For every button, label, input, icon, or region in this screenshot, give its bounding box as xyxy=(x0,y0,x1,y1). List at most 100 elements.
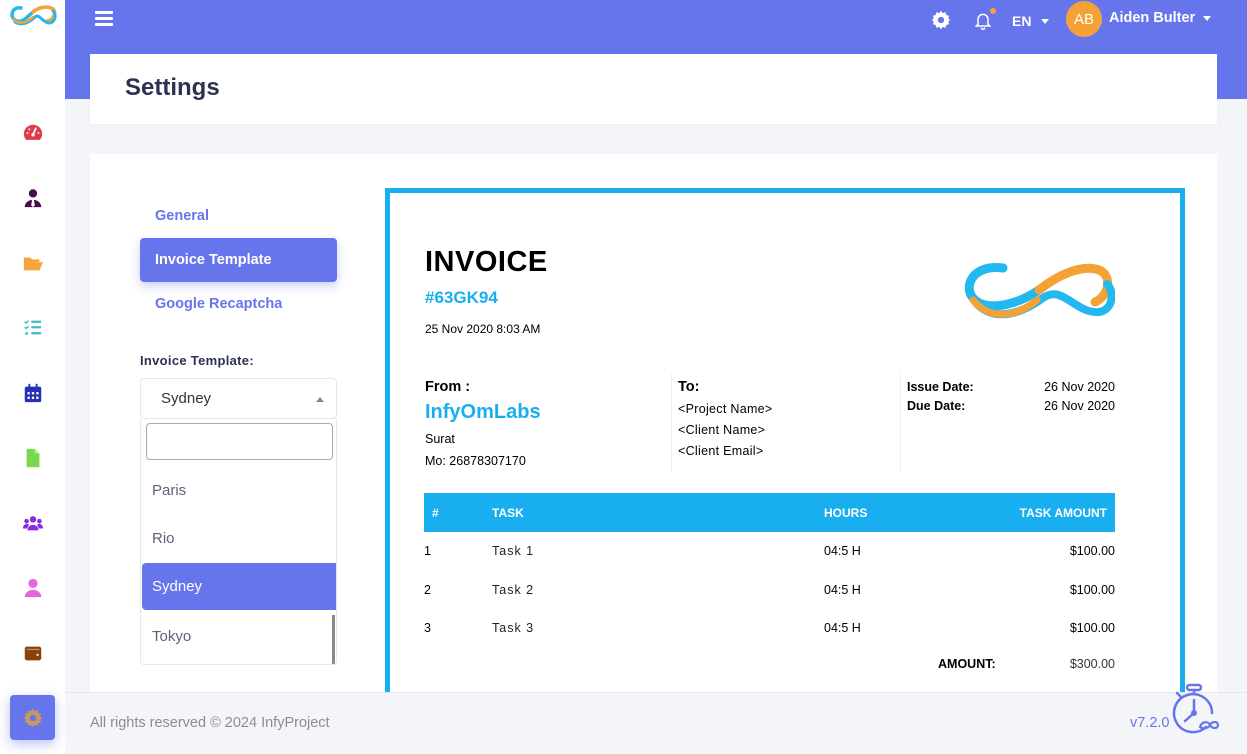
invoice-template-label: Invoice Template: xyxy=(140,353,254,368)
chevron-down-icon xyxy=(1203,15,1212,21)
hamburger-icon[interactable] xyxy=(95,11,113,27)
invoice-template-select[interactable]: Sydney xyxy=(140,378,337,419)
from-heading: From : xyxy=(425,379,471,395)
row-amount: $100.00 xyxy=(1069,582,1115,597)
col-header-number: # xyxy=(424,493,492,532)
language-selector[interactable]: EN xyxy=(1012,13,1050,29)
template-option-sydney[interactable]: Sydney xyxy=(142,563,336,610)
user-name: Aiden Bulter xyxy=(1109,10,1196,26)
table-row: 2 Task 2 04:5 H $100.00 xyxy=(424,571,1115,610)
company-mobile: Mo: 26878307170 xyxy=(425,454,526,468)
template-option-tokyo[interactable]: Tokyo xyxy=(142,613,336,660)
version-label: v7.2.0 xyxy=(1130,715,1170,731)
template-dropdown: Paris Rio Sydney Tokyo xyxy=(140,419,337,665)
invoice-title: INVOICE xyxy=(425,246,548,278)
row-number: 2 xyxy=(424,582,431,597)
avatar[interactable]: AB xyxy=(1066,1,1102,37)
page-header: Settings xyxy=(90,54,1217,124)
footer: All rights reserved © 2024 InfyProject v… xyxy=(65,683,1247,754)
settings-card: General Invoice Template Google Recaptch… xyxy=(90,154,1217,692)
speedometer-icon xyxy=(23,124,42,140)
user-tie-icon xyxy=(24,188,41,207)
sidebar-item-calendar[interactable] xyxy=(10,370,55,415)
folder-open-icon xyxy=(23,257,43,270)
row-hours: 04:5 H xyxy=(824,621,861,636)
invoice-number: #63GK94 xyxy=(425,288,498,307)
row-hours: 04:5 H xyxy=(824,544,861,559)
col-header-amount: TASK AMOUNT xyxy=(934,493,1115,532)
invoice-datetime: 25 Nov 2020 8:03 AM xyxy=(425,322,541,336)
template-search-input[interactable] xyxy=(146,423,333,460)
stopwatch-icon[interactable] xyxy=(1170,683,1220,735)
to-heading: To: xyxy=(678,379,700,395)
sidebar-item-settings[interactable] xyxy=(10,695,55,740)
sidebar-item-dashboard[interactable] xyxy=(10,110,55,155)
wallet-icon xyxy=(24,646,41,660)
row-task: Task 3 xyxy=(492,621,535,636)
invoice-total: AMOUNT: $300.00 xyxy=(938,657,1115,671)
col-header-task: TASK xyxy=(492,493,824,532)
due-date-label: Due Date: xyxy=(907,399,966,413)
company-name: InfyOmLabs xyxy=(425,401,541,423)
users-icon xyxy=(22,515,43,530)
table-header-row: # TASK HOURS TASK AMOUNT xyxy=(424,493,1115,532)
client-name: <Client Name> xyxy=(678,423,766,437)
table-row: 3 Task 3 04:5 H $100.00 xyxy=(424,609,1115,648)
row-hours: 04:5 H xyxy=(824,582,861,597)
user-menu[interactable]: Aiden Bulter xyxy=(1109,10,1212,26)
tab-google-recaptcha[interactable]: Google Recaptcha xyxy=(140,282,337,326)
due-date-value: 26 Nov 2020 xyxy=(1044,399,1115,413)
notification-badge xyxy=(990,8,996,14)
client-email: <Client Email> xyxy=(678,444,764,458)
invoice-from: From : InfyOmLabs Surat Mo: 26878307170 xyxy=(425,379,541,468)
table-row: 1 Task 1 04:5 H $100.00 xyxy=(424,532,1115,571)
bell-icon xyxy=(974,13,992,31)
sidebar-item-profile[interactable] xyxy=(10,565,55,610)
row-number: 3 xyxy=(424,621,431,636)
language-label: EN xyxy=(1012,13,1032,29)
project-name: <Project Name> xyxy=(678,402,773,416)
sidebar-item-invoices[interactable] xyxy=(10,435,55,480)
tab-invoice-template[interactable]: Invoice Template xyxy=(140,238,337,282)
chevron-up-icon xyxy=(316,397,324,402)
settings-button[interactable] xyxy=(931,10,951,35)
sidebar-item-expenses[interactable] xyxy=(10,630,55,675)
row-number: 1 xyxy=(424,544,431,559)
notification-button[interactable] xyxy=(973,8,996,37)
issue-date-row: Issue Date: 26 Nov 2020 xyxy=(907,380,1115,394)
dropdown-scrollbar[interactable] xyxy=(332,615,335,664)
copyright-text: All rights reserved © 2024 InfyProject xyxy=(90,715,330,731)
total-value: $300.00 xyxy=(1069,657,1115,671)
user-icon xyxy=(24,578,41,597)
template-option-rio[interactable]: Rio xyxy=(142,515,336,562)
infinity-logo-icon xyxy=(964,263,1115,319)
template-option-paris[interactable]: Paris xyxy=(142,467,336,514)
total-label: AMOUNT: xyxy=(938,657,996,671)
row-task: Task 1 xyxy=(492,544,535,559)
infinity-logo-icon[interactable] xyxy=(7,3,59,29)
gear-icon xyxy=(931,10,951,30)
issue-date-label: Issue Date: xyxy=(907,380,974,394)
sidebar xyxy=(0,0,65,754)
sidebar-item-projects[interactable] xyxy=(10,240,55,285)
page-title: Settings xyxy=(125,74,220,101)
row-amount: $100.00 xyxy=(1069,621,1115,636)
sidebar-item-clients[interactable] xyxy=(10,175,55,220)
invoice-dates: Issue Date: 26 Nov 2020 Due Date: 26 Nov… xyxy=(900,374,1115,472)
task-table: # TASK HOURS TASK AMOUNT 1 Task 1 04:5 H… xyxy=(424,493,1115,648)
row-task: Task 2 xyxy=(492,582,535,597)
due-date-row: Due Date: 26 Nov 2020 xyxy=(907,399,1115,413)
company-city: Surat xyxy=(425,432,455,446)
calendar-icon xyxy=(24,383,41,402)
col-header-hours: HOURS xyxy=(824,493,934,532)
invoice-to: To: <Project Name> <Client Name> <Client… xyxy=(671,374,773,472)
sidebar-item-tasks[interactable] xyxy=(10,305,55,350)
sidebar-item-users[interactable] xyxy=(10,500,55,545)
issue-date-value: 26 Nov 2020 xyxy=(1044,380,1115,394)
invoice-preview: INVOICE #63GK94 25 Nov 2020 8:03 AM From… xyxy=(385,188,1185,692)
gear-icon xyxy=(23,708,42,727)
list-check-icon xyxy=(23,319,41,335)
file-icon xyxy=(26,448,39,467)
tab-general[interactable]: General xyxy=(140,194,337,238)
chevron-down-icon xyxy=(1041,18,1050,24)
